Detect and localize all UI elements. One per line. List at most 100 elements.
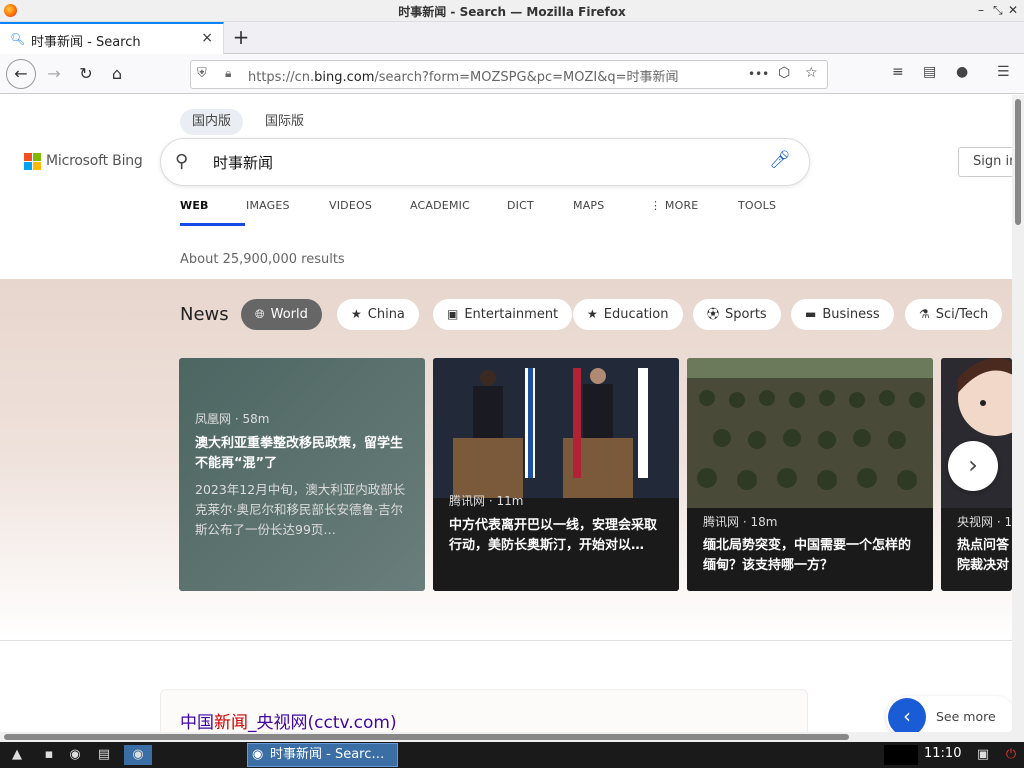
library-icon[interactable]: ≡ [892,64,904,80]
maximize-button[interactable]: ⤡ [993,3,1003,18]
news-description: 2023年12月中旬，澳大利亚内政部长克莱尔·奥尼尔和移民部长安德鲁·吉尔斯公布… [195,482,406,537]
forward-button[interactable]: → [42,62,66,86]
reload-button[interactable]: ↻ [74,62,98,86]
clock[interactable]: 11:10 [924,746,961,761]
news-heading[interactable]: News [180,304,229,325]
start-menu-icon[interactable]: ▲ [6,745,28,765]
account-icon[interactable]: ● [956,64,968,80]
firefox-launcher-icon[interactable]: ◉ [124,745,152,765]
globe-icon: 🌐︎ [255,307,265,321]
firefox-icon: ◉ [252,747,264,762]
window-titlebar: 时事新闻 - Search — Mozilla Firefox – ⤡ ✕ [0,0,1024,22]
scrollbar-thumb[interactable] [4,734,849,740]
news-headline[interactable]: 缅北局势突变，中国需要一个怎样的缅甸？该支持哪一方？ [703,536,923,576]
flask-icon: ⚗︎ [919,307,930,321]
sign-in-button[interactable]: Sign in [958,147,1012,177]
clapperboard-icon: ▣ [447,307,459,321]
lock-icon[interactable]: 🔒︎ [225,66,231,81]
logo-text: Microsoft Bing [46,153,143,169]
tab-label: 时事新闻 - Search [31,35,141,50]
menu-icon[interactable]: ☰ [997,64,1010,80]
news-source: 腾讯网 · 18m [703,515,778,529]
scope-domestic[interactable]: 国内版 [180,109,244,135]
tab-strip: 🔍︎ 时事新闻 - Search × + [0,22,1024,54]
window-title: 时事新闻 - Search — Mozilla Firefox [398,5,626,19]
horizontal-scrollbar[interactable] [0,732,1024,742]
close-window-button[interactable]: ✕ [1008,3,1018,17]
page-actions-icon[interactable]: ••• [748,67,769,81]
see-more-label: See more [936,709,996,724]
chip-entertainment[interactable]: ▣ Entertainment [433,299,573,330]
news-card[interactable]: 腾讯网 · 11m 中方代表离开巴以一线，安理会采取行动，美防长奥斯汀，开始对以… [433,358,679,591]
tab-images[interactable]: IMAGES [246,199,290,212]
news-card[interactable]: 凤凰网 · 58m 澳大利亚重拳整改移民政策，留学生不能再“混”了 2023年1… [179,358,425,591]
tab-maps[interactable]: MAPS [573,199,604,212]
news-thumbnail-podium [433,358,679,591]
microphone-icon[interactable]: 🎤︎ [769,150,791,170]
star-icon: ★ [351,307,362,321]
chevron-left-icon: ‹ [888,698,926,732]
news-source: 腾讯网 · 11m [449,494,524,508]
news-headline[interactable]: 澳大利亚重拳整改移民政策，留学生不能再“混”了 [195,434,415,474]
result-title-link[interactable]: 中国新闻_央视网(cctv.com) [180,708,397,732]
url-text[interactable]: https://cn.bing.com/search?form=MOZSPG&p… [248,66,678,85]
tab-bing-search[interactable]: 🔍︎ 时事新闻 - Search × [0,22,224,54]
tab-close-icon[interactable]: × [201,30,213,46]
news-source: 央视网 · 1 [957,515,1012,529]
results-count: About 25,900,000 results [180,252,345,267]
taskbar-window-firefox[interactable]: ◉ 时事新闻 - Searc… [247,743,398,767]
chip-sports[interactable]: ⚽︎ Sports [693,299,781,330]
news-headline[interactable]: 热点问答院裁决对 [957,536,1012,576]
search-box: ⚲ 🎤︎ [160,138,810,186]
os-taskbar: ▲ ▪ ◉ ▤ ◉ ◉ 时事新闻 - Searc… 11:10 ▣ ⏻ [0,742,1024,768]
search-icon: 🔍︎ [10,32,26,46]
carousel-next-button[interactable]: › [948,441,998,491]
chip-education[interactable]: ★ Education [573,299,683,330]
power-icon[interactable]: ⏻ [1000,745,1022,765]
desktop-icon[interactable]: ▪ [38,745,60,765]
tab-academic[interactable]: ACADEMIC [410,199,470,212]
see-more-button[interactable]: ‹ See more [886,696,1012,732]
scrollbar-thumb[interactable] [1015,99,1021,225]
tab-more[interactable]: ⋮ MORE [650,199,698,212]
file-manager-icon[interactable]: ▤ [93,745,115,765]
briefcase-icon: ▬ [805,307,817,321]
search-input[interactable] [213,153,753,171]
chip-china[interactable]: ★ China [337,299,419,330]
ball-icon: ⚽︎ [707,307,720,321]
chip-world[interactable]: 🌐︎ World [241,299,322,330]
tab-tools[interactable]: TOOLS [738,199,776,212]
page-content: 国内版 国际版 Microsoft Bing ⚲ 🎤︎ Sign in WEB … [0,95,1012,732]
chip-scitech[interactable]: ⚗︎ Sci/Tech [905,299,1003,330]
minimize-button[interactable]: – [978,3,984,17]
logo-square-yellow [33,162,41,170]
vertical-scrollbar[interactable] [1012,95,1024,732]
news-source: 凤凰网 · 58m [195,412,270,426]
new-tab-button[interactable]: + [231,25,251,49]
sidebar-icon[interactable]: ▤ [923,64,936,80]
star-icon: ★ [587,307,598,321]
search-result: 中国新闻_央视网(cctv.com) [160,689,808,732]
browser-icon[interactable]: ◉ [64,745,86,765]
news-headline[interactable]: 中方代表离开巴以一线，安理会采取行动，美防长奥斯汀，开始对以… [449,516,669,556]
user-icon[interactable]: ▣ [972,745,994,765]
url-bar[interactable]: ⛨ 🔒︎ https://cn.bing.com/search?form=MOZ… [190,60,828,89]
tray-area [884,745,918,765]
home-icon[interactable]: ⌂ [105,62,129,86]
bookmark-star-icon[interactable]: ☆ [805,65,818,81]
tab-web[interactable]: WEB [180,199,244,226]
back-button[interactable]: ← [6,59,36,89]
tab-dict[interactable]: DICT [507,199,534,212]
logo-square-red [24,153,32,161]
search-magnifier-icon[interactable]: ⚲ [175,151,188,172]
chip-business[interactable]: ▬ Business [791,299,894,330]
pocket-icon[interactable]: ⬡ [778,65,790,81]
news-card[interactable]: 腾讯网 · 18m 缅北局势突变，中国需要一个怎样的缅甸？该支持哪一方？ [687,358,933,591]
tab-videos[interactable]: VIDEOS [329,199,372,212]
logo-square-blue [24,162,32,170]
shield-icon[interactable]: ⛨ [197,66,207,81]
navigation-toolbar: ← → ↻ ⌂ ⛨ 🔒︎ https://cn.bing.com/search?… [0,54,1024,94]
logo-square-green [33,153,41,161]
news-section: News 🌐︎ World ★ China ▣ Entertainment ★ Educ… [0,279,1012,641]
scope-international[interactable]: 国际版 [253,109,316,135]
